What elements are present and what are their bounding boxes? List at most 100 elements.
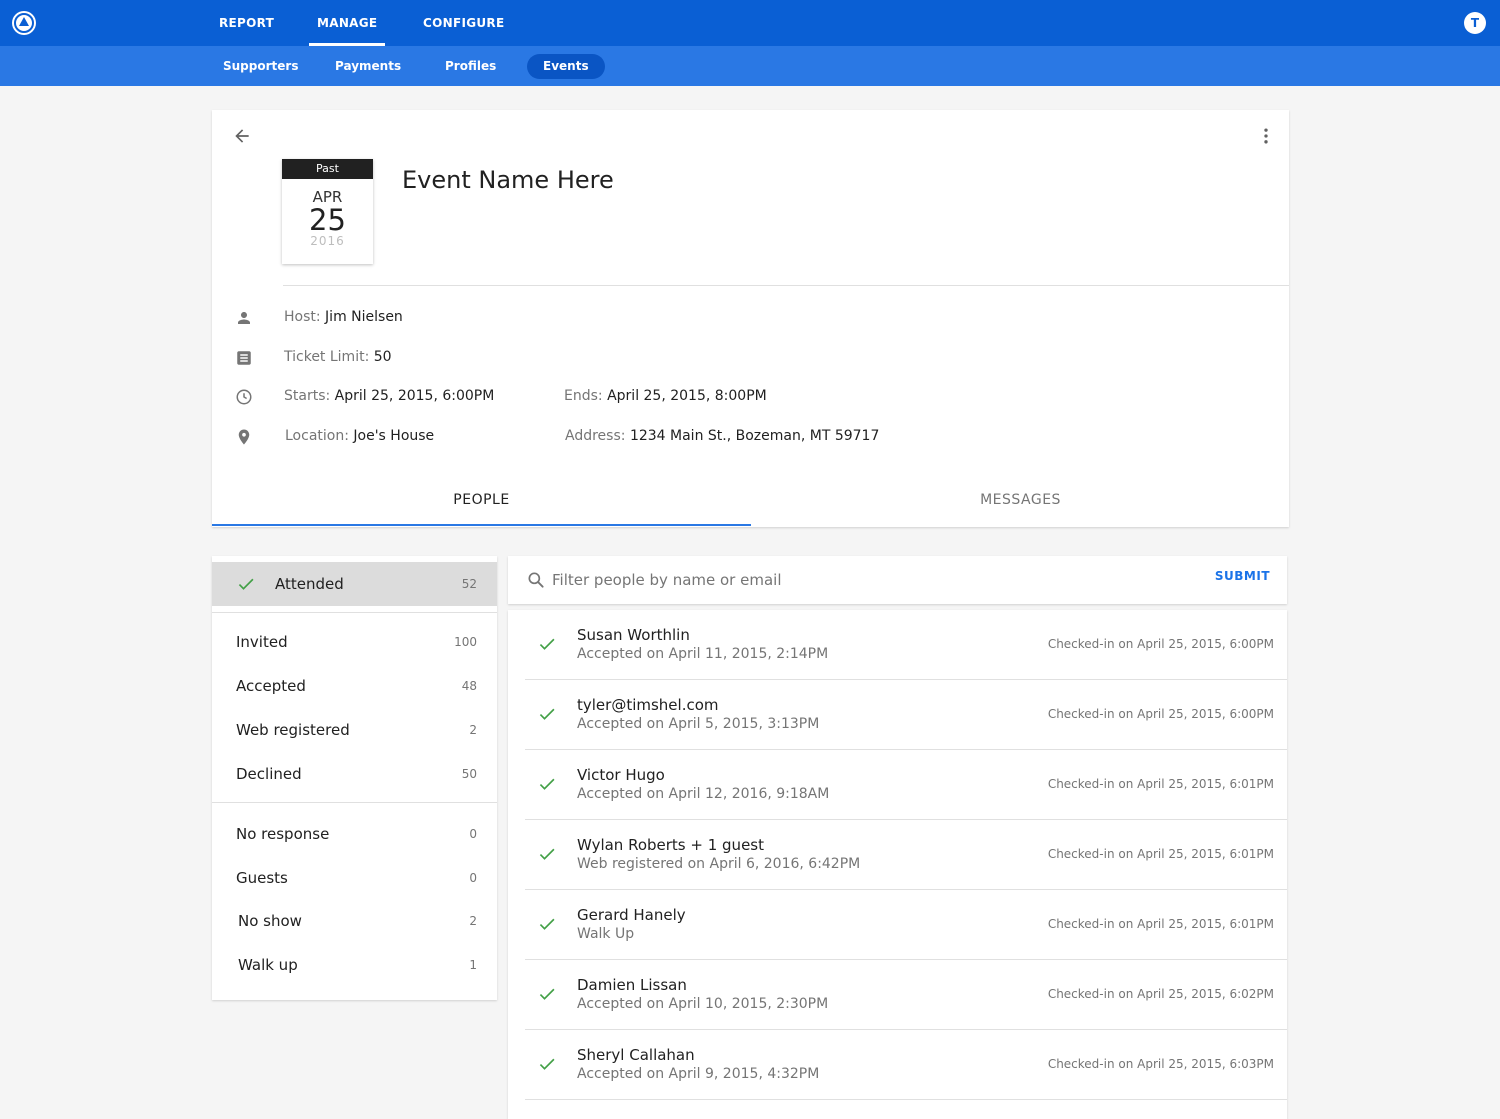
ticket-list-icon bbox=[237, 351, 251, 365]
filter-attended[interactable]: Attended 52 bbox=[212, 562, 497, 606]
attendance-filter-panel: Attended 52 Invited 100 Accepted 48 Web … bbox=[212, 556, 497, 1000]
checkmark-icon bbox=[539, 918, 555, 930]
person-status: Accepted on April 12, 2016, 9:18AM bbox=[577, 786, 830, 802]
filter-guests[interactable]: Guests 0 bbox=[212, 856, 497, 900]
filter-count: 52 bbox=[461, 577, 477, 591]
search-input[interactable] bbox=[552, 566, 1152, 594]
list-item[interactable]: tyler@timshel.com Accepted on April 5, 2… bbox=[525, 680, 1287, 750]
event-ends: Ends: April 25, 2015, 8:00PM bbox=[564, 388, 767, 404]
filter-count: 0 bbox=[469, 871, 477, 885]
user-avatar[interactable]: T bbox=[1464, 12, 1486, 34]
subnav-events[interactable]: Events bbox=[527, 54, 605, 79]
submit-button[interactable]: SUBMIT bbox=[1215, 569, 1270, 583]
checkmark-icon bbox=[539, 638, 555, 650]
divider bbox=[212, 802, 497, 803]
person-name: Susan Worthlin bbox=[577, 626, 690, 644]
checkmark-icon bbox=[238, 578, 254, 590]
person-status: Web registered on April 6, 2016, 6:42PM bbox=[577, 856, 861, 872]
secondary-nav: Supporters Payments Profiles Events bbox=[0, 46, 1500, 86]
list-item[interactable]: Wylan Roberts + 1 guest Web registered o… bbox=[525, 820, 1287, 890]
filter-declined[interactable]: Declined 50 bbox=[212, 752, 497, 796]
filter-count: 1 bbox=[469, 958, 477, 972]
event-ticket-limit: Ticket Limit: 50 bbox=[284, 349, 392, 365]
event-address: Address: 1234 Main St., Bozeman, MT 5971… bbox=[565, 428, 880, 444]
checkmark-icon bbox=[539, 1058, 555, 1070]
event-title: Event Name Here bbox=[402, 166, 614, 194]
event-status-badge: Past bbox=[282, 159, 373, 179]
list-item[interactable]: Damien Lissan Accepted on April 10, 2015… bbox=[525, 960, 1287, 1030]
event-starts: Starts: April 25, 2015, 6:00PM bbox=[284, 388, 495, 404]
filter-walk-up[interactable]: Walk up 1 bbox=[212, 943, 497, 987]
list-item[interactable]: Sheryl Callahan Accepted on April 9, 201… bbox=[525, 1030, 1287, 1100]
event-date-tile: Past APR 25 2016 bbox=[282, 159, 373, 264]
person-name: Victor Hugo bbox=[577, 766, 665, 784]
filter-label: Attended bbox=[275, 575, 344, 593]
tab-indicator bbox=[212, 524, 751, 526]
clock-icon bbox=[236, 389, 252, 405]
top-app-bar: REPORT MANAGE CONFIGURE T bbox=[0, 0, 1500, 46]
person-checkin-time: Checked-in on April 25, 2015, 6:00PM bbox=[1047, 637, 1274, 651]
subnav-supporters[interactable]: Supporters bbox=[207, 54, 314, 79]
filter-label: Invited bbox=[236, 633, 288, 651]
person-checkin-time: Checked-in on April 25, 2015, 6:01PM bbox=[1047, 917, 1274, 931]
tab-people[interactable]: PEOPLE bbox=[212, 482, 751, 526]
event-host: Host: Jim Nielsen bbox=[284, 309, 403, 325]
nav-report[interactable]: REPORT bbox=[219, 0, 274, 46]
list-item[interactable]: Victor Hugo Accepted on April 12, 2016, … bbox=[525, 750, 1287, 820]
person-status: Accepted on April 11, 2015, 2:14PM bbox=[577, 646, 829, 662]
person-checkin-time: Checked-in on April 25, 2015, 6:03PM bbox=[1047, 1057, 1274, 1071]
location-pin-icon bbox=[238, 429, 250, 445]
divider bbox=[283, 285, 1289, 286]
filter-count: 2 bbox=[469, 914, 477, 928]
divider bbox=[212, 612, 497, 613]
people-search-bar: SUBMIT bbox=[508, 556, 1287, 604]
person-status: Accepted on April 5, 2015, 3:13PM bbox=[577, 716, 820, 732]
filter-no-show[interactable]: No show 2 bbox=[212, 899, 497, 943]
filter-no-response[interactable]: No response 0 bbox=[212, 812, 497, 856]
filter-label: No response bbox=[236, 825, 330, 843]
checkmark-icon bbox=[539, 778, 555, 790]
checkmark-icon bbox=[539, 988, 555, 1000]
checkmark-icon bbox=[539, 848, 555, 860]
person-status: Accepted on April 10, 2015, 2:30PM bbox=[577, 996, 829, 1012]
subnav-profiles[interactable]: Profiles bbox=[429, 54, 512, 79]
filter-label: Web registered bbox=[236, 721, 350, 739]
subnav-payments[interactable]: Payments bbox=[319, 54, 417, 79]
person-icon bbox=[238, 312, 250, 324]
nav-configure[interactable]: CONFIGURE bbox=[423, 0, 504, 46]
filter-label: Walk up bbox=[238, 956, 298, 974]
person-checkin-time: Checked-in on April 25, 2015, 6:01PM bbox=[1047, 777, 1274, 791]
filter-label: No show bbox=[238, 912, 302, 930]
person-name: Sheryl Callahan bbox=[577, 1046, 695, 1064]
person-checkin-time: Checked-in on April 25, 2015, 6:02PM bbox=[1047, 987, 1274, 1001]
event-location: Location: Joe's House bbox=[285, 428, 435, 444]
person-status: Accepted on April 9, 2015, 4:32PM bbox=[577, 1066, 820, 1082]
filter-accepted[interactable]: Accepted 48 bbox=[212, 664, 497, 708]
back-arrow-icon[interactable] bbox=[232, 126, 252, 146]
filter-invited[interactable]: Invited 100 bbox=[212, 620, 497, 664]
filter-count: 50 bbox=[461, 767, 477, 781]
person-name: tyler@timshel.com bbox=[577, 696, 719, 714]
filter-count: 0 bbox=[469, 827, 477, 841]
app-logo-icon[interactable] bbox=[12, 11, 36, 35]
list-item[interactable]: Gerard Hanely Walk Up Checked-in on Apri… bbox=[525, 890, 1287, 960]
people-list: Susan Worthlin Accepted on April 11, 201… bbox=[508, 610, 1287, 1119]
event-detail-card: Past APR 25 2016 Event Name Here Host: J… bbox=[212, 110, 1289, 527]
list-item[interactable]: Susan Worthlin Accepted on April 11, 201… bbox=[525, 610, 1287, 680]
event-day: 25 bbox=[309, 203, 346, 237]
filter-label: Declined bbox=[236, 765, 302, 783]
filter-count: 2 bbox=[469, 723, 477, 737]
person-name: Gerard Hanely bbox=[577, 906, 686, 924]
tab-messages[interactable]: MESSAGES bbox=[751, 482, 1290, 526]
checkmark-icon bbox=[539, 708, 555, 720]
filter-web-registered[interactable]: Web registered 2 bbox=[212, 708, 497, 752]
event-year: 2016 bbox=[310, 234, 345, 248]
filter-count: 100 bbox=[454, 635, 477, 649]
person-checkin-time: Checked-in on April 25, 2015, 6:00PM bbox=[1047, 707, 1274, 721]
more-vert-icon[interactable] bbox=[1256, 126, 1276, 146]
person-name: Wylan Roberts + 1 guest bbox=[577, 836, 764, 854]
person-status: Walk Up bbox=[577, 926, 635, 942]
person-name: Damien Lissan bbox=[577, 976, 687, 994]
nav-manage[interactable]: MANAGE bbox=[308, 0, 386, 46]
person-checkin-time: Checked-in on April 25, 2015, 6:01PM bbox=[1047, 847, 1274, 861]
